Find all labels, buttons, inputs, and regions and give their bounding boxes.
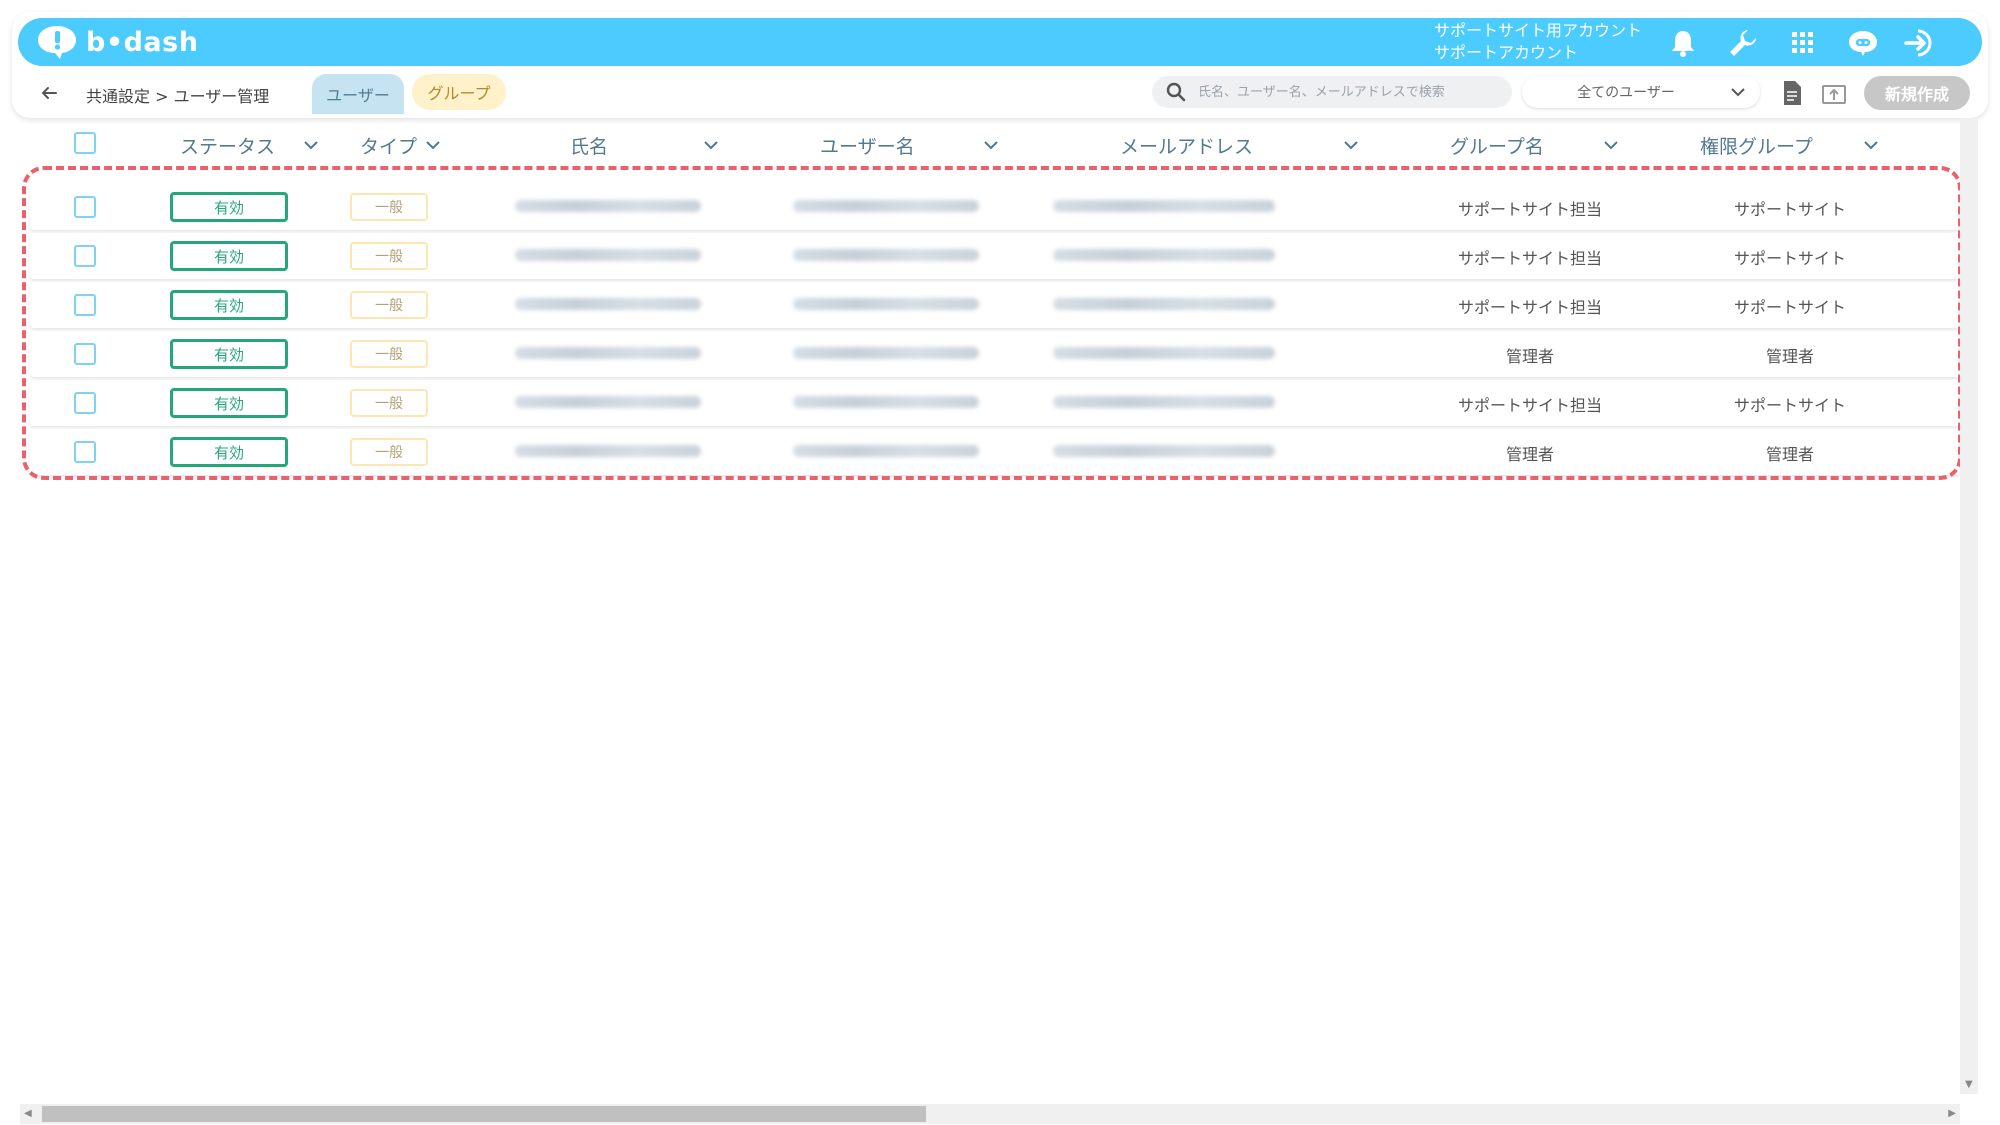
bell-icon[interactable] xyxy=(1666,26,1700,60)
column-header-username[interactable]: ユーザー名 xyxy=(820,128,915,162)
wrench-icon[interactable] xyxy=(1726,26,1760,60)
upload-icon[interactable] xyxy=(1820,78,1848,108)
chevron-down-icon[interactable] xyxy=(1602,136,1620,154)
chevron-down-icon[interactable] xyxy=(424,136,442,154)
table-header: ステータス タイプ 氏名 ユーザー名 メールアドレス グループ名 権限グループ xyxy=(0,128,1960,162)
chevron-down-icon[interactable] xyxy=(1342,136,1360,154)
user-filter-select[interactable]: 全てのユーザー xyxy=(1522,76,1760,108)
column-header-group[interactable]: グループ名 xyxy=(1450,128,1544,162)
scroll-down-arrow-icon[interactable]: ▼ xyxy=(1965,1079,1973,1090)
column-header-status[interactable]: ステータス xyxy=(180,128,275,162)
column-header-email[interactable]: メールアドレス xyxy=(1120,128,1253,162)
tab-users[interactable]: ユーザー xyxy=(312,74,404,114)
user-filter-value: 全てのユーザー xyxy=(1577,85,1675,101)
account-line-1: サポートサイト用アカウント xyxy=(1434,21,1643,40)
logo[interactable]: b•dash xyxy=(36,24,198,60)
column-header-type[interactable]: タイプ xyxy=(360,128,417,162)
search-input[interactable] xyxy=(1196,83,1500,101)
breadcrumb: 共通設定 > ユーザー管理 xyxy=(86,87,270,106)
search-icon xyxy=(1166,82,1186,102)
chevron-down-icon[interactable] xyxy=(702,136,720,154)
back-arrow-icon[interactable] xyxy=(40,82,58,106)
logo-bubble-icon xyxy=(38,26,76,59)
chat-robot-icon[interactable] xyxy=(1846,26,1880,60)
horizontal-scrollbar[interactable]: ◀ ▶ xyxy=(20,1104,1960,1124)
column-header-permission-group[interactable]: 権限グループ xyxy=(1700,128,1813,162)
search-box[interactable] xyxy=(1152,76,1512,108)
select-all-checkbox[interactable] xyxy=(74,132,96,154)
highlight-dashed-outline xyxy=(22,166,1962,480)
logo-text: b•dash xyxy=(86,26,199,58)
chevron-down-icon xyxy=(1730,87,1750,97)
vertical-scrollbar[interactable]: ▼ xyxy=(1960,118,1978,1094)
chevron-down-icon[interactable] xyxy=(982,136,1000,154)
tab-groups[interactable]: グループ xyxy=(412,74,506,110)
grid-icon[interactable] xyxy=(1786,26,1820,60)
account-line-2: サポートアカウント xyxy=(1434,43,1579,62)
chevron-down-icon[interactable] xyxy=(302,136,320,154)
horizontal-scroll-thumb[interactable] xyxy=(42,1106,926,1122)
scroll-left-arrow-icon[interactable]: ◀ xyxy=(24,1108,32,1119)
logout-icon[interactable] xyxy=(1904,26,1938,60)
chevron-down-icon[interactable] xyxy=(1862,136,1880,154)
account-info[interactable]: サポートサイト用アカウント サポートアカウント xyxy=(1434,20,1642,64)
column-header-name[interactable]: 氏名 xyxy=(570,128,608,162)
document-icon[interactable] xyxy=(1778,78,1806,108)
scroll-right-arrow-icon[interactable]: ▶ xyxy=(1948,1108,1956,1119)
new-create-button[interactable]: 新規作成 xyxy=(1864,76,1970,110)
